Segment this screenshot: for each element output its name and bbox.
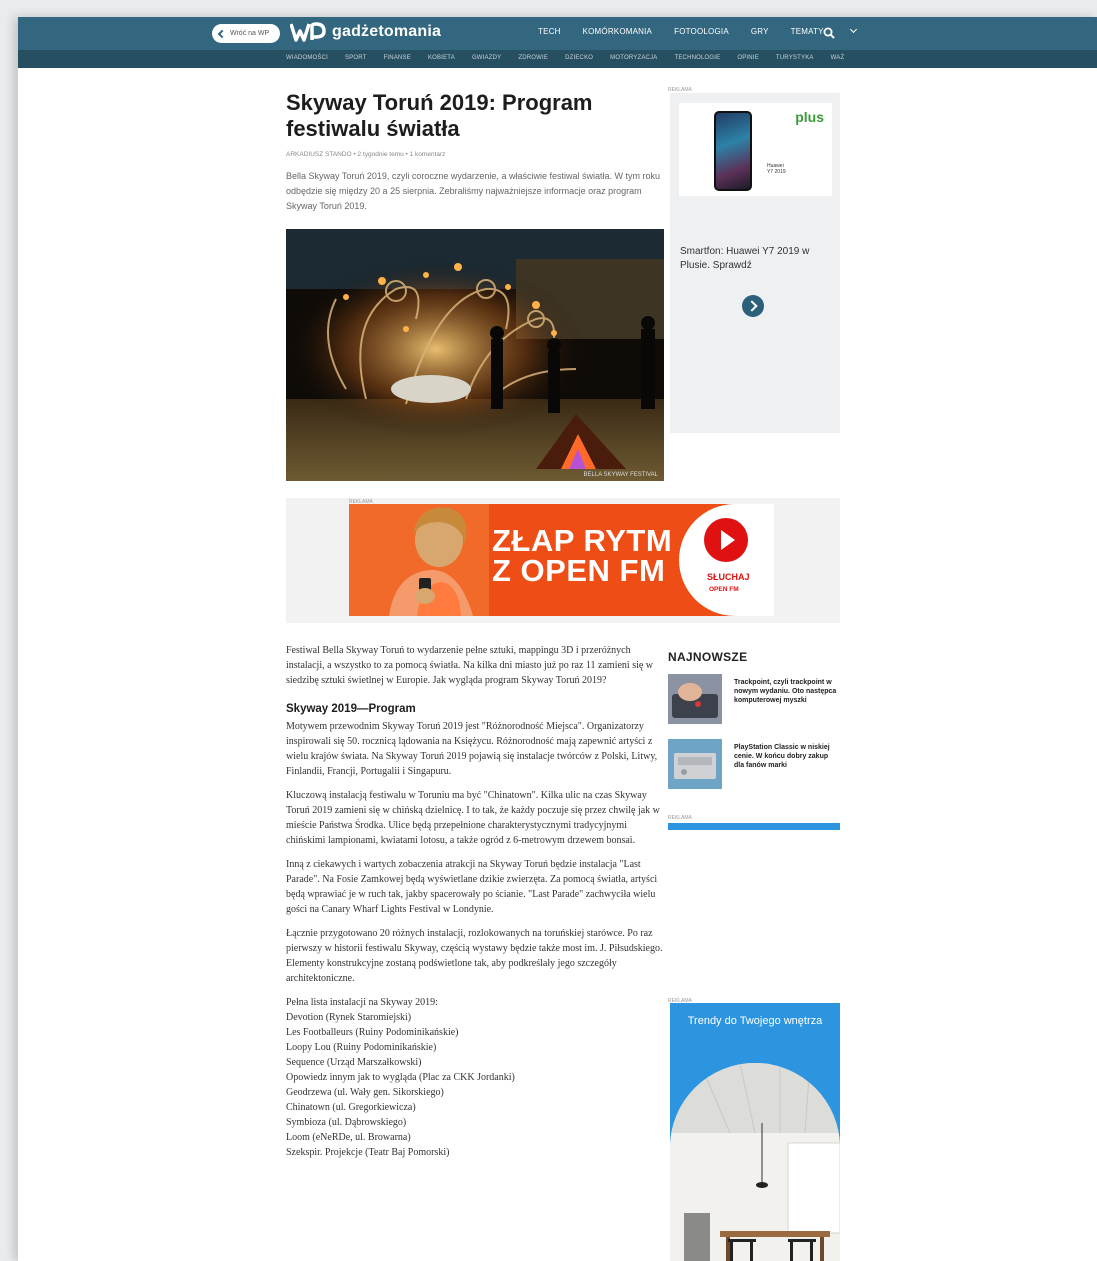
ad-text: Smartfon: Huawei Y7 2019 w Plusie. Spraw… (680, 246, 810, 271)
paragraph: Inną z ciekawych i wartych zobaczenia at… (286, 859, 658, 915)
installations-list: Pełna lista instalacji na Skyway 2019: D… (286, 995, 664, 1160)
category-item[interactable]: GWIAZDY (472, 55, 501, 61)
openfm-logo: OPEN FM (709, 586, 739, 593)
category-nav: WIADOMOŚCI SPORT FINANSE KOBIETA GWIAZDY… (286, 55, 861, 61)
play-icon[interactable] (704, 518, 748, 562)
plus-logo: plus (795, 109, 824, 125)
wp-logo-icon (290, 22, 326, 42)
dining-room-image (670, 1063, 840, 1261)
latest-item-title: PlayStation Classic w niskiej cenie. W k… (734, 744, 830, 769)
category-item[interactable]: DZIECKO (565, 55, 593, 61)
category-item[interactable]: OPINIE (737, 55, 759, 61)
back-button-label: Wróć na WP (230, 30, 270, 37)
list-item: Les Footballeurs (Ruiny Podominikańskie) (286, 1027, 459, 1038)
ad-strip[interactable] (668, 823, 840, 830)
interior-advertisement[interactable]: Trendy do Twojego wnętrza (670, 1003, 840, 1261)
list-item: Devotion (Rynek Staromiejski) (286, 1012, 412, 1023)
category-item[interactable]: WAŻ (831, 55, 845, 61)
phone-model: Y7 2019 (767, 169, 786, 175)
article-byline: ARKADIUSZ STANDO • 2 tygodnie temu • 1 k… (286, 151, 446, 158)
list-item: Szekspir. Projekcje (Teatr Baj Pomorski) (286, 1147, 450, 1158)
ad-product-card: plus Huawei Y7 2019 (679, 103, 832, 196)
section-heading: Skyway 2019—Program (286, 703, 416, 715)
category-item[interactable]: MOTORYZACJA (610, 55, 657, 61)
hero-image: BELLA SKYWAY FESTIVAL (286, 229, 664, 481)
image-credit: BELLA SKYWAY FESTIVAL (583, 472, 658, 478)
logo-text: gadżetomania (332, 23, 442, 40)
ad-headline: Trendy do Twojego wnętrza (687, 1015, 823, 1027)
latest-item-title: Trackpoint, czyli trackpoint w nowym wyd… (734, 679, 837, 704)
openfm-advertisement[interactable]: REKLAMA ZŁAP RYTM Z OPEN FM SŁUCHAJ OPEN… (286, 498, 840, 623)
banner-headline: ZŁAP RYTM Z OPEN FM (492, 523, 673, 588)
article-title: Skyway Toruń 2019: Program festiwalu świ… (286, 90, 593, 141)
paragraph: Kluczową instalacją festiwalu w Toruniu … (286, 790, 660, 846)
back-to-wp-button[interactable]: Wróć na WP (212, 24, 280, 43)
phone-image (714, 111, 752, 191)
top-navigation-bar: Wróć na WP gadżetomania TECH KOMÓRKOMANI… (18, 17, 1097, 50)
nav-item-gry[interactable]: GRY (751, 27, 769, 36)
paragraph: Łącznie przygotowano 20 różnych instalac… (286, 928, 663, 984)
nav-item-tematy-label: TEMATY (790, 27, 824, 36)
nav-item-tech[interactable]: TECH (538, 27, 561, 36)
category-item[interactable]: KOBIETA (428, 55, 455, 61)
paragraph: Festiwal Bella Skyway Toruń to wydarzeni… (286, 645, 654, 686)
category-item[interactable]: TURYSTYKA (776, 55, 814, 61)
nav-item-komorkomania[interactable]: KOMÓRKOMANIA (583, 27, 653, 36)
phone-label: Huawei Y7 2019 (767, 163, 786, 175)
list-item: Symbioza (ul. Dąbrowskiego) (286, 1117, 407, 1128)
woman-with-phone-image (349, 504, 489, 616)
trackpoint-thumbnail (668, 674, 722, 724)
playstation-thumbnail (668, 739, 722, 789)
list-item: Loopy Lou (Ruiny Podominikańskie) (286, 1042, 437, 1053)
search-icon[interactable] (823, 27, 835, 39)
chevron-right-icon[interactable] (742, 295, 764, 317)
banner-line-1: ZŁAP RYTM (492, 523, 673, 558)
category-bar: WIADOMOŚCI SPORT FINANSE KOBIETA GWIAZDY… (18, 50, 1097, 68)
browser-page: Wróć na WP gadżetomania TECH KOMÓRKOMANI… (18, 17, 1097, 1261)
category-item[interactable]: ZDROWIE (518, 55, 548, 61)
plus-advertisement[interactable]: plus Huawei Y7 2019 Smartfon: Huawei Y7 … (670, 93, 840, 433)
latest-item[interactable]: Trackpoint, czyli trackpoint w nowym wyd… (668, 674, 840, 728)
paragraph: Motywem przewodnim Skyway Toruń 2019 jes… (286, 721, 658, 777)
article-lead: Bella Skyway Toruń 2019, czyli coroczne … (286, 171, 660, 211)
category-item[interactable]: WIADOMOŚCI (286, 55, 328, 61)
interior-image (670, 1063, 840, 1261)
list-item: Chinatown (ul. Gregorkiewicza) (286, 1102, 416, 1113)
list-item: Loom (eNeRDe, ul. Browarna) (286, 1132, 411, 1143)
chevron-left-icon (217, 29, 227, 38)
banner-line-2: Z OPEN FM (492, 553, 666, 588)
openfm-banner: ZŁAP RYTM Z OPEN FM SŁUCHAJ OPEN FM (349, 504, 774, 616)
list-item: Sequence (Urząd Marszałkowski) (286, 1057, 422, 1068)
article-body: Festiwal Bella Skyway Toruń to wydarzeni… (286, 643, 664, 1160)
list-item: Geodrzewa (ul. Wały gen. Sikorskiego) (286, 1087, 444, 1098)
latest-item[interactable]: PlayStation Classic w niskiej cenie. W k… (668, 739, 840, 793)
listen-button[interactable]: SŁUCHAJ (707, 572, 750, 582)
fire-festival-photo (286, 229, 664, 481)
latest-heading: NAJNOWSZE (668, 650, 748, 664)
chevron-down-icon (849, 25, 857, 34)
list-item: Opowiedz innym jak to wygląda (Plac za C… (286, 1072, 515, 1083)
list-title: Pełna lista instalacji na Skyway 2019: (286, 997, 438, 1008)
category-item[interactable]: FINANSE (384, 55, 411, 61)
category-item[interactable]: TECHNOLOGIE (674, 55, 720, 61)
ad-label: REKLAMA (668, 815, 692, 821)
nav-item-fotoologia[interactable]: FOTOOLOGIA (674, 27, 729, 36)
site-logo[interactable]: gadżetomania (290, 22, 441, 42)
category-item[interactable]: SPORT (345, 55, 367, 61)
